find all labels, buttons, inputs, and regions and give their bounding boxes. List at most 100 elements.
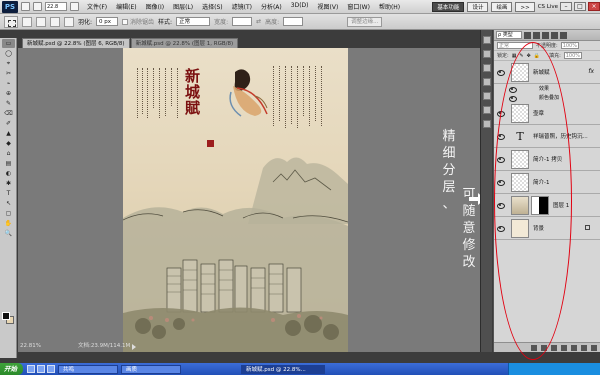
workspace-more-button[interactable]: >> (515, 1, 535, 12)
intersect-selection-icon[interactable] (64, 16, 74, 27)
lock-pixels-icon[interactable]: ✎ (519, 53, 523, 59)
antialias-checkbox[interactable]: 消除锯齿 (122, 17, 154, 26)
tool-button[interactable]: ⌫ (2, 109, 15, 118)
layer-row[interactable]: 图层 1 (494, 194, 600, 217)
new-layer-icon[interactable] (581, 344, 587, 351)
workspace-design-button[interactable]: 设计 (467, 1, 489, 12)
filter-smart-icon[interactable] (560, 31, 567, 39)
tool-button[interactable]: ↖ (2, 199, 15, 208)
visibility-eye-icon[interactable] (496, 201, 505, 209)
layer-row[interactable]: T 祥瑞普照，历史钩沉... (494, 125, 600, 148)
feather-input[interactable]: 0 px (96, 17, 119, 26)
ie-icon[interactable] (27, 365, 35, 373)
marquee-tool-preset[interactable] (4, 15, 18, 28)
new-group-icon[interactable] (571, 344, 577, 351)
height-input[interactable] (283, 17, 304, 26)
delete-layer-icon[interactable] (591, 344, 597, 351)
media-icon[interactable] (47, 365, 55, 373)
tool-button[interactable]: ✱ (2, 179, 15, 188)
layer-effect-row[interactable]: 颜色叠加 (494, 93, 600, 102)
link-layers-icon[interactable] (531, 344, 537, 351)
document-tab-active[interactable]: 新城赋.psd @ 22.8% (图层 6, RGB/8) (22, 38, 130, 48)
minimize-button[interactable]: – (560, 2, 572, 11)
menu-item[interactable]: 滤镜(T) (230, 2, 254, 11)
menu-item[interactable]: 图层(L) (171, 2, 195, 11)
tool-button[interactable]: ▭ (2, 39, 15, 48)
minibridge-icon[interactable] (33, 2, 42, 11)
layer-effects-icon[interactable]: fx (588, 68, 594, 75)
layer-row[interactable]: 壶章 (494, 102, 600, 125)
workspace-paint-button[interactable]: 绘画 (491, 1, 513, 12)
filter-pixel-icon[interactable] (524, 31, 531, 39)
layer-row[interactable]: 简介-1 (494, 171, 600, 194)
menu-item[interactable]: 视图(V) (316, 2, 341, 11)
visibility-eye-icon[interactable] (496, 178, 505, 186)
tool-button[interactable]: ✐ (2, 119, 15, 128)
history-icon[interactable] (483, 36, 491, 44)
swap-icon[interactable]: ⇄ (256, 18, 261, 25)
tool-button[interactable]: ▤ (2, 159, 15, 168)
bridge-icon[interactable] (21, 2, 30, 11)
menu-item[interactable]: 编辑(E) (114, 2, 138, 11)
lock-position-icon[interactable]: ✥ (527, 53, 531, 59)
cs-live-button[interactable]: CS Live (538, 4, 558, 10)
lock-all-icon[interactable]: 🔒 (534, 53, 540, 59)
paragraph-icon[interactable] (483, 120, 491, 128)
menu-item[interactable]: 文件(F) (85, 2, 109, 11)
style-select[interactable]: 正常 (176, 17, 211, 26)
layer-effect-row[interactable]: 效果 (494, 84, 600, 93)
arrange-documents-icon[interactable] (70, 2, 79, 11)
tool-button[interactable]: ◆ (2, 139, 15, 148)
adjustments-icon[interactable] (483, 64, 491, 72)
add-mask-icon[interactable] (551, 344, 557, 351)
blend-mode-select[interactable]: 正常 (497, 42, 533, 49)
layer-filter-select[interactable]: ρ 类型 (496, 31, 522, 39)
tool-button[interactable]: ◐ (2, 169, 15, 178)
actions-icon[interactable] (483, 50, 491, 58)
tool-button[interactable]: ✂ (2, 69, 15, 78)
tool-button[interactable]: ▲ (2, 129, 15, 138)
tool-button[interactable]: T (2, 189, 15, 198)
add-style-icon[interactable] (541, 344, 547, 351)
taskbar-window[interactable]: 画质 (121, 364, 181, 374)
tool-button[interactable]: ⌖ (2, 59, 15, 68)
visibility-eye-icon[interactable] (496, 132, 505, 140)
new-selection-icon[interactable] (22, 16, 32, 27)
menu-item[interactable]: 图像(I) (144, 2, 166, 11)
status-zoom[interactable]: 22.81% (18, 342, 41, 350)
tool-button[interactable]: 🔍 (2, 229, 15, 238)
visibility-eye-icon[interactable] (496, 155, 505, 163)
canvas-area[interactable]: 新 城 賦 22.81% 文档:23.9M/114.1M (18, 48, 480, 352)
restore-button[interactable]: □ (574, 2, 586, 11)
workspace-essentials-button[interactable]: 基本功能 (432, 1, 465, 12)
refine-edge-button[interactable]: 调整边缘... (347, 16, 383, 27)
menu-item[interactable]: 选择(S) (200, 2, 225, 11)
subtract-selection-icon[interactable] (50, 16, 60, 27)
filter-adjustment-icon[interactable] (533, 31, 540, 39)
tool-button[interactable]: ▢ (2, 209, 15, 218)
filter-shape-icon[interactable] (551, 31, 558, 39)
add-selection-icon[interactable] (36, 16, 46, 27)
fill-input[interactable]: 100% (563, 52, 583, 59)
start-button[interactable]: 开始 (0, 363, 23, 375)
menu-item[interactable]: 帮助(H) (377, 2, 402, 11)
layer-row[interactable]: 简介-1 拷贝 (494, 148, 600, 171)
brush-icon[interactable] (483, 78, 491, 86)
tool-button[interactable]: ✎ (2, 99, 15, 108)
close-button[interactable]: × (588, 2, 600, 11)
tool-button[interactable]: ⌁ (2, 79, 15, 88)
visibility-eye-icon[interactable] (496, 109, 505, 117)
poster-document[interactable]: 新 城 賦 (123, 48, 348, 352)
zoom-level-field[interactable]: 22.8 (45, 2, 67, 11)
tool-button[interactable]: ✋ (2, 219, 15, 228)
width-input[interactable] (232, 17, 253, 26)
document-tab[interactable]: 新城赋.psd @ 22.8% (图层 1, RGB/8) (130, 38, 239, 48)
menu-item[interactable]: 分析(A) (259, 2, 284, 11)
desktop-icon[interactable] (37, 365, 45, 373)
tool-button[interactable]: ◯ (2, 49, 15, 58)
tool-button[interactable]: ⊕ (2, 89, 15, 98)
filter-type-icon[interactable] (542, 31, 549, 39)
layer-mask-thumbnail[interactable] (531, 195, 549, 215)
layer-row[interactable]: 背景 (494, 217, 600, 240)
status-menu-arrow-icon[interactable] (132, 344, 138, 350)
